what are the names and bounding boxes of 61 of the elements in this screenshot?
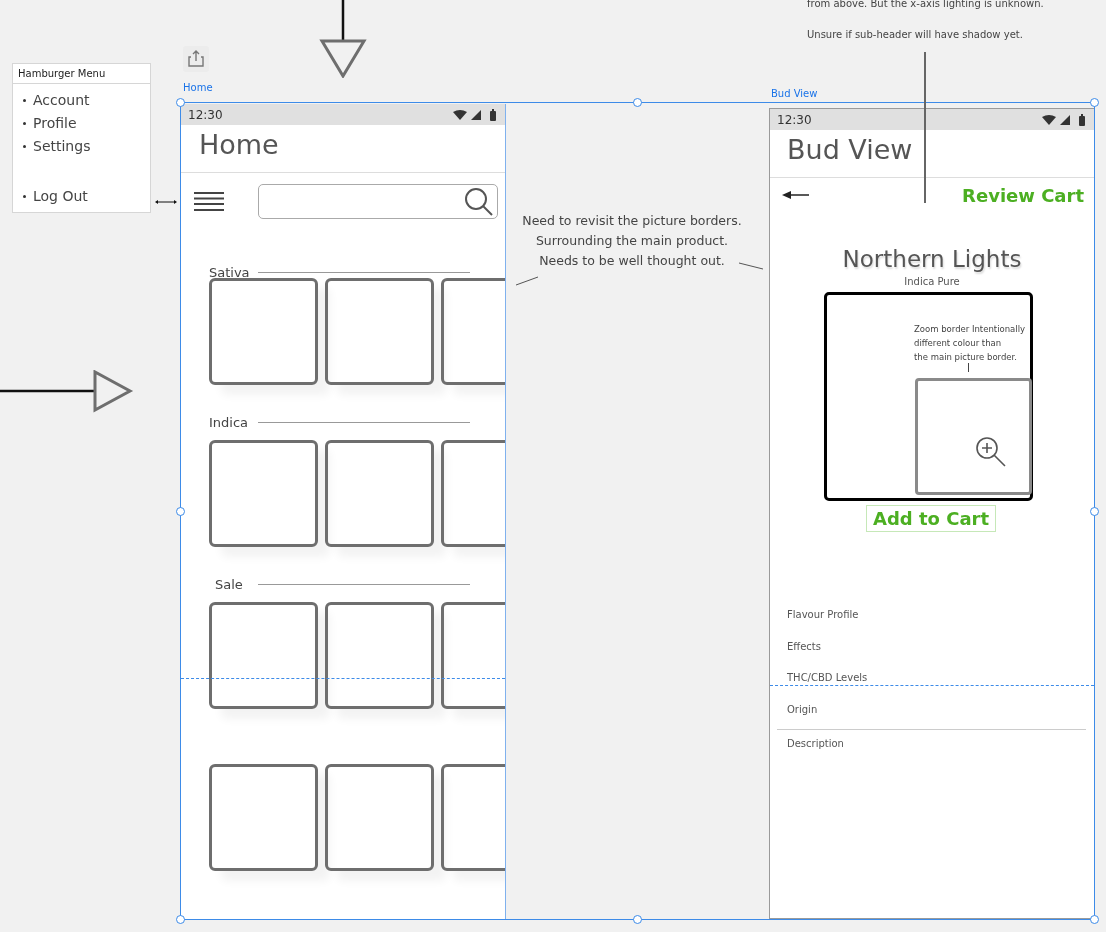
bullet-icon bbox=[23, 195, 26, 198]
annotation-text: Zoom border Intentionally bbox=[914, 323, 1026, 336]
status-icons bbox=[1042, 113, 1086, 126]
flow-arrow-icon bbox=[0, 370, 134, 414]
annotation-text: Need to revisit the picture borders. bbox=[521, 212, 743, 230]
product-tile[interactable] bbox=[325, 602, 434, 709]
leader-line bbox=[516, 276, 538, 286]
status-icons bbox=[453, 108, 497, 121]
annotation-text: the main picture border. bbox=[914, 351, 1018, 364]
page-title: Bud View bbox=[770, 130, 1094, 178]
detail-item[interactable]: Effects bbox=[770, 630, 1094, 662]
annotation-text: Needs to be well thought out. bbox=[538, 252, 726, 270]
product-tile[interactable] bbox=[325, 764, 434, 871]
resize-handle[interactable] bbox=[176, 98, 185, 107]
artboard-label[interactable]: Home bbox=[183, 82, 213, 93]
detail-item[interactable]: Origin bbox=[770, 693, 1094, 725]
detail-item[interactable]: THC/CBD Levels bbox=[770, 662, 1094, 694]
annotation-text: different colour than bbox=[914, 337, 1003, 350]
product-tile[interactable] bbox=[209, 278, 318, 385]
product-tile[interactable] bbox=[209, 602, 318, 709]
product-tile[interactable] bbox=[209, 764, 318, 871]
search-field[interactable] bbox=[258, 184, 498, 219]
resize-handle[interactable] bbox=[1090, 915, 1099, 924]
annotation-text: from above. But the x-axis lighting is unknown. bbox=[807, 0, 1044, 11]
bullet-icon bbox=[23, 99, 26, 102]
product-name: Northern Lights bbox=[841, 246, 1023, 272]
product-tile[interactable] bbox=[325, 440, 434, 547]
section-label: Indica bbox=[209, 414, 250, 430]
leader-line bbox=[739, 262, 763, 270]
search-icon[interactable] bbox=[463, 185, 495, 218]
menu-item[interactable]: Account bbox=[33, 89, 90, 112]
product-type: Indica Pure bbox=[903, 276, 961, 287]
resize-handle[interactable] bbox=[176, 915, 185, 924]
detail-item[interactable]: Description bbox=[770, 730, 1094, 758]
status-time: 12:30 bbox=[188, 107, 223, 122]
flow-arrow-icon bbox=[319, 0, 367, 78]
menu-item[interactable]: Profile bbox=[33, 112, 77, 135]
bullet-icon bbox=[23, 145, 26, 148]
menu-title: Hamburger Menu bbox=[13, 64, 150, 84]
menu-item[interactable]: Log Out bbox=[33, 185, 88, 208]
annotation-text: Unsure if sub-header will have shadow yet. bbox=[807, 28, 1024, 42]
resize-handle[interactable] bbox=[633, 915, 642, 924]
bullet-icon bbox=[23, 122, 26, 125]
zoom-in-icon[interactable] bbox=[975, 436, 1006, 467]
resize-handle[interactable] bbox=[176, 507, 185, 516]
resize-handle[interactable] bbox=[1090, 98, 1099, 107]
section-label: Sativa bbox=[209, 264, 251, 280]
status-time: 12:30 bbox=[777, 112, 812, 127]
menu-icon[interactable] bbox=[194, 191, 224, 212]
back-arrow-icon[interactable] bbox=[782, 190, 809, 200]
menu-item[interactable]: Settings bbox=[33, 135, 91, 158]
section-label: Sale bbox=[214, 576, 244, 592]
page-title: Home bbox=[181, 125, 505, 173]
resize-handle[interactable] bbox=[1090, 507, 1099, 516]
artboard-label[interactable]: Bud View bbox=[771, 88, 818, 99]
resize-handle[interactable] bbox=[633, 98, 642, 107]
detail-item[interactable]: Flavour Profile bbox=[770, 599, 1094, 631]
product-tile[interactable] bbox=[325, 278, 434, 385]
product-tile[interactable] bbox=[209, 440, 318, 547]
annotation-text: Surrounding the main product. bbox=[534, 232, 730, 250]
double-arrow-icon bbox=[155, 199, 177, 205]
